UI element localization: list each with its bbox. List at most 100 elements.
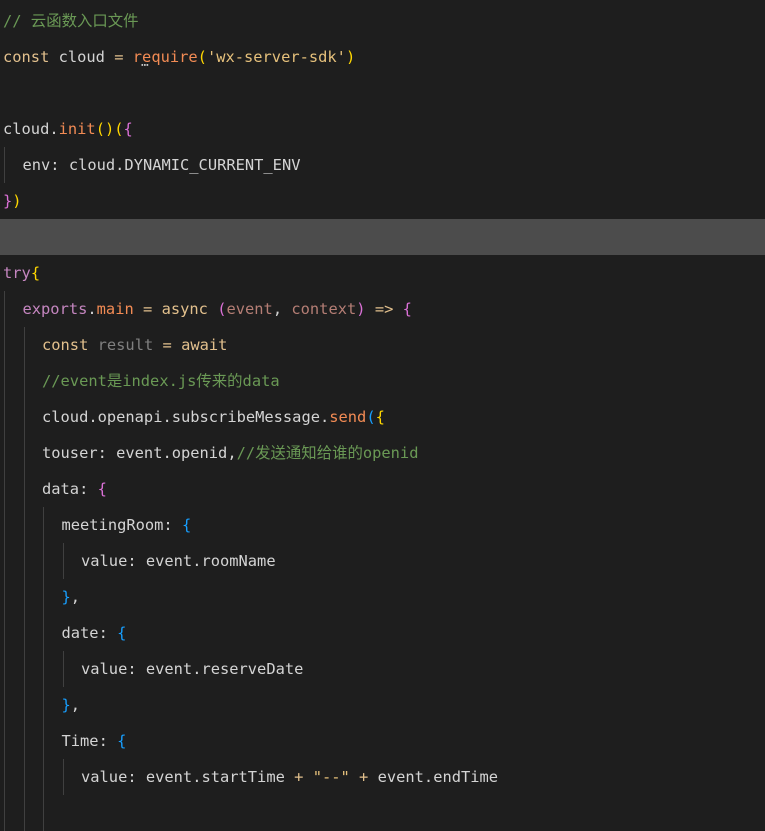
code-text: value: event.startTime + "--" + event.en…	[81, 759, 498, 795]
indent-guide	[4, 399, 5, 435]
code-token: date:	[61, 624, 118, 642]
indent-guide	[43, 507, 44, 543]
code-line[interactable]: touser: event.openid,//发送通知给谁的openid	[0, 435, 765, 471]
code-token: value: event.roomName	[81, 552, 276, 570]
code-token: const	[42, 336, 89, 354]
code-line[interactable]	[0, 219, 765, 255]
code-line[interactable]: //event是index.js传来的data	[0, 363, 765, 399]
code-token: await	[181, 336, 228, 354]
code-line[interactable]	[0, 75, 765, 111]
code-token: =	[143, 300, 153, 318]
code-token: (	[366, 408, 376, 426]
code-text: meetingRoom: {	[62, 507, 192, 543]
code-token: touser: event.openid,	[42, 444, 237, 462]
code-token: context	[291, 300, 357, 318]
code-text: date: {	[62, 615, 127, 651]
code-token: (	[114, 120, 124, 138]
indent-guide	[4, 507, 5, 543]
indent-guide	[43, 795, 44, 831]
code-line[interactable]: })	[0, 183, 765, 219]
code-token: {	[30, 264, 41, 282]
code-text: // 云函数入口文件	[3, 3, 139, 39]
code-text: //event是index.js传来的data	[42, 363, 280, 399]
code-text: })	[3, 183, 22, 219]
code-token: }	[61, 588, 71, 606]
indent-guide	[4, 291, 5, 327]
code-line[interactable]: // 云函数入口文件	[0, 3, 765, 39]
code-token: cloud.	[3, 120, 59, 138]
indent-guide	[62, 651, 64, 687]
code-token: }	[3, 192, 13, 210]
code-token: Time:	[61, 732, 118, 750]
code-text: value: event.reserveDate	[81, 651, 303, 687]
code-token: exports	[22, 300, 88, 318]
code-token: try	[3, 264, 31, 282]
code-token: value: event.reserveDate	[81, 660, 304, 678]
indent-guide	[4, 795, 5, 831]
code-text: const result = await	[42, 327, 227, 363]
code-token: result	[97, 336, 154, 354]
code-token: cloud	[49, 48, 115, 66]
indent-guide	[4, 579, 5, 615]
code-token: =	[114, 48, 124, 66]
code-token: )	[356, 300, 366, 318]
code-line[interactable]: value: event.startTime + "--" + event.en…	[0, 759, 765, 795]
code-token: async	[161, 300, 208, 318]
indent-guide	[4, 723, 5, 759]
indent-guide	[23, 615, 25, 651]
indent-guide	[23, 507, 25, 543]
code-token: {	[375, 408, 385, 426]
code-line[interactable]: const result = await	[0, 327, 765, 363]
code-token: =>	[374, 300, 394, 318]
indent-guide	[23, 435, 25, 471]
indent-guide	[23, 651, 25, 687]
code-line[interactable]: try{	[0, 255, 765, 291]
code-line[interactable]: meetingRoom: {	[0, 507, 765, 543]
code-token: value: event.startTime	[81, 768, 295, 786]
code-line[interactable]: date: {	[0, 615, 765, 651]
code-line[interactable]: Time: {	[0, 723, 765, 759]
indent-guide	[4, 147, 5, 183]
indent-guide	[4, 435, 5, 471]
code-token: const	[3, 48, 50, 66]
code-line[interactable]: const cloud = require('wx-server-sdk')	[0, 39, 765, 75]
code-token: ()	[95, 120, 115, 138]
code-token: {	[97, 480, 107, 498]
code-token: }	[61, 696, 71, 714]
code-line[interactable]: cloud.init()({	[0, 111, 765, 147]
code-token: "--"	[312, 768, 350, 786]
code-token: send	[329, 408, 367, 426]
code-line[interactable]: data: {	[0, 471, 765, 507]
quick-fix-hint-dots[interactable]: ⋯	[141, 59, 149, 73]
code-text: },	[62, 687, 81, 723]
code-line[interactable]: },	[0, 687, 765, 723]
code-line[interactable]: value: event.roomName	[0, 543, 765, 579]
code-token: ,	[70, 588, 81, 606]
code-line[interactable]: cloud.openapi.subscribeMessage.send({	[0, 399, 765, 435]
code-editor[interactable]: // 云函数入口文件 const cloud = require('wx-serv…	[0, 0, 765, 831]
code-text: data: {	[42, 471, 107, 507]
code-line[interactable]: exports.main = async (event, context) =>…	[0, 291, 765, 327]
code-line[interactable]: env: cloud.DYNAMIC_CURRENT_ENV	[0, 147, 765, 183]
indent-guide	[23, 327, 25, 363]
code-token: //event是index.js传来的data	[42, 372, 280, 390]
indent-guide	[4, 651, 5, 687]
indent-guide	[23, 723, 25, 759]
code-text: env: cloud.DYNAMIC_CURRENT_ENV	[23, 147, 301, 183]
indent-guide	[43, 687, 44, 723]
code-line[interactable]: },	[0, 579, 765, 615]
code-line[interactable]: value: event.reserveDate	[0, 651, 765, 687]
indent-guide	[4, 363, 5, 399]
code-token: {	[181, 516, 192, 534]
indent-guide	[23, 795, 25, 831]
indent-guide	[4, 543, 5, 579]
indent-guide	[43, 759, 44, 795]
indent-guide	[4, 615, 5, 651]
code-line[interactable]	[0, 795, 765, 831]
